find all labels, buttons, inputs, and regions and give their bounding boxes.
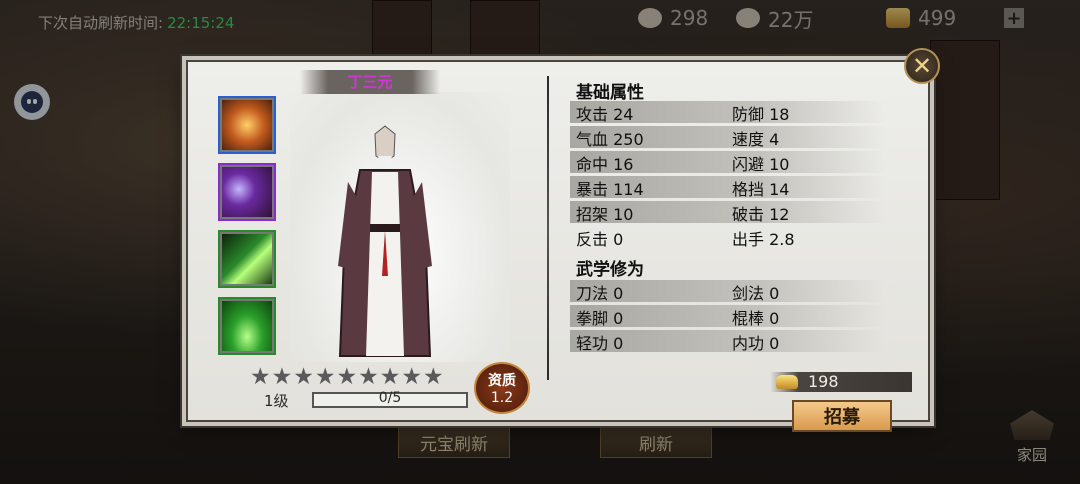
skill-slot-1[interactable] [218, 96, 276, 154]
stat-attack: 攻击 24 [576, 105, 634, 124]
stat-lightness: 轻功 0 [576, 334, 624, 353]
stat-hp: 气血 250 [576, 130, 644, 149]
character-name: 丁三元 [300, 70, 440, 94]
martial-arts-title: 武学修为 [576, 260, 644, 280]
gold-ingot-icon [776, 375, 798, 389]
star-icon: ★ [336, 364, 358, 390]
star-icon: ★ [358, 364, 379, 390]
aptitude-value: 1.2 [490, 390, 514, 406]
stat-dodge: 闪避 10 [732, 155, 790, 174]
stat-fist: 拳脚 0 [576, 309, 624, 328]
panel-divider [547, 76, 549, 380]
aptitude-badge: 资质 1.2 [474, 362, 530, 414]
skill-slot-2[interactable] [218, 163, 276, 221]
stat-speed: 速度 4 [732, 130, 780, 149]
recruit-button[interactable]: 招募 [792, 400, 892, 432]
star-icon: ★ [271, 364, 293, 390]
character-figure [338, 125, 432, 357]
stat-pierce: 破击 12 [732, 205, 790, 224]
aptitude-label: 资质 [488, 373, 516, 389]
close-button[interactable]: ✕ [904, 48, 940, 84]
stat-sword: 剑法 0 [732, 284, 780, 303]
star-rating: ★ ★ ★ ★ ★ ★ ★ ★ ★ [250, 364, 444, 390]
recruit-price: 198 [770, 372, 912, 392]
close-icon: ✕ [911, 52, 933, 80]
stat-defense: 防御 18 [732, 105, 790, 124]
stat-block: 格挡 14 [732, 180, 790, 199]
skill-slot-4[interactable] [218, 297, 276, 355]
stat-counter: 反击 0 [576, 230, 624, 249]
star-icon: ★ [250, 364, 271, 390]
star-icon: ★ [401, 364, 422, 390]
exp-text: 0/5 [378, 390, 402, 406]
stat-saber: 刀法 0 [576, 284, 624, 303]
skill-slot-3[interactable] [218, 230, 276, 288]
level-label: 1级 [264, 392, 289, 410]
star-icon: ★ [293, 364, 314, 390]
stat-initiative: 出手 2.8 [732, 230, 795, 249]
price-value: 198 [808, 372, 839, 391]
base-attributes-title: 基础属性 [576, 83, 644, 103]
star-icon: ★ [423, 364, 444, 390]
stat-crit: 暴击 114 [576, 180, 644, 199]
stat-inner-power: 内功 0 [732, 334, 780, 353]
stat-parry: 招架 10 [576, 205, 634, 224]
stat-hit: 命中 16 [576, 155, 634, 174]
stat-staff: 棍棒 0 [732, 309, 780, 328]
star-icon: ★ [379, 364, 401, 390]
star-icon: ★ [314, 364, 336, 390]
